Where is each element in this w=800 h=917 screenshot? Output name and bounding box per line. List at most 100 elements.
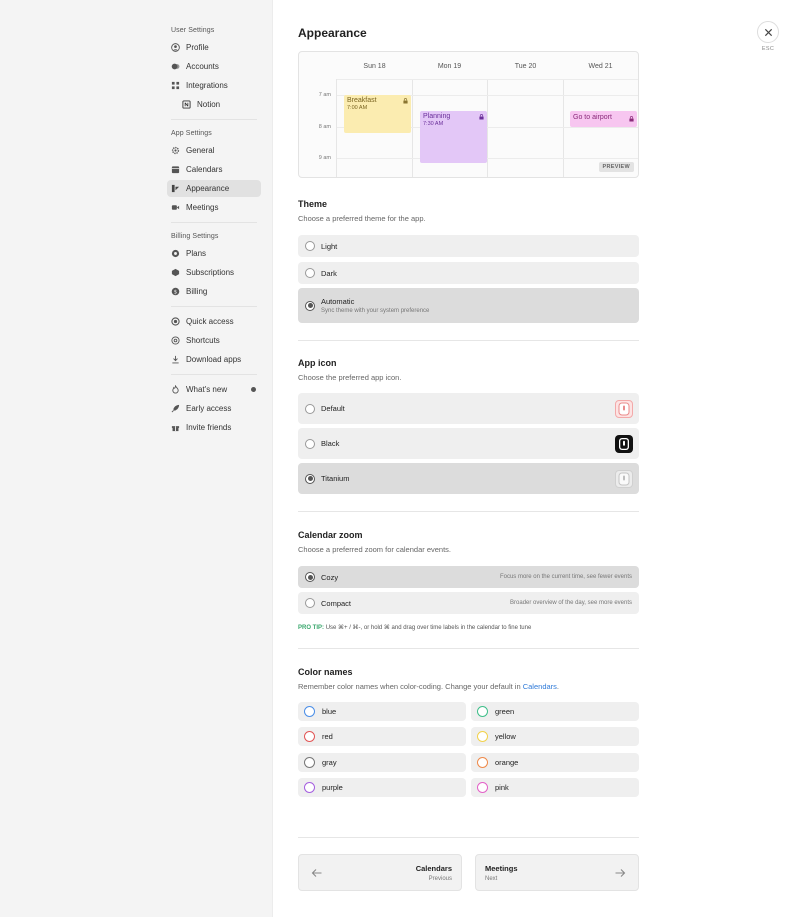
theme-option-dark[interactable]: Dark xyxy=(298,262,639,284)
option-label: Light xyxy=(321,241,338,251)
theme-option-light[interactable]: Light xyxy=(298,235,639,257)
event-title: Go to airport xyxy=(573,114,612,121)
sidebar-item-shortcuts[interactable]: Shortcuts xyxy=(167,332,261,349)
radio-button[interactable] xyxy=(305,572,315,582)
sidebar-item-plans[interactable]: Plans xyxy=(167,245,261,262)
color-name-orange[interactable]: orange xyxy=(471,752,639,772)
sidebar-item-integrations[interactable]: Integrations xyxy=(167,77,261,94)
gear-icon xyxy=(171,146,180,155)
sidebar-item-meetings[interactable]: Meetings xyxy=(167,199,261,216)
sidebar-item-accounts[interactable]: Accounts xyxy=(167,58,261,75)
divider xyxy=(171,374,257,375)
close-button[interactable] xyxy=(757,21,779,43)
plans-icon xyxy=(171,249,180,258)
sidebar-item-appearance[interactable]: Appearance xyxy=(167,180,261,197)
download-icon xyxy=(171,355,180,364)
sidebar-item-billing[interactable]: $ Billing xyxy=(167,283,261,300)
color-name-yellow[interactable]: yellow xyxy=(471,727,639,747)
sidebar-item-calendars[interactable]: Calendars xyxy=(167,161,261,178)
calendars-link[interactable]: Calendars xyxy=(523,682,557,691)
color-name-gray[interactable]: gray xyxy=(298,752,466,772)
sidebar-item-subscriptions[interactable]: Subscriptions xyxy=(167,264,261,281)
color-name-blue[interactable]: blue xyxy=(298,702,466,721)
color-label: orange xyxy=(495,757,519,767)
sidebar-item-label: Shortcuts xyxy=(186,336,220,345)
app-icon-subtitle: Choose the preferred app icon. xyxy=(298,373,402,382)
lock-icon xyxy=(403,98,408,104)
sidebar-item-label: Billing xyxy=(186,287,208,296)
grid-line xyxy=(563,79,564,177)
sidebar-item-label: Accounts xyxy=(186,62,219,71)
page-title: Appearance xyxy=(298,26,367,40)
app-icon-option-black[interactable]: Black xyxy=(298,428,639,459)
color-name-green[interactable]: green xyxy=(471,702,639,721)
sidebar-item-label: What's new xyxy=(186,385,228,394)
radio-button[interactable] xyxy=(305,268,315,278)
radio-button[interactable] xyxy=(305,300,315,311)
preview-day-header: Sun 18 xyxy=(363,63,386,70)
preview-time-label: 7 am xyxy=(318,92,331,98)
app-icon-default-icon xyxy=(615,399,633,418)
gift-icon xyxy=(171,423,180,432)
previous-page-button[interactable]: Calendars Previous xyxy=(298,854,462,891)
next-page-label: Meetings xyxy=(485,864,518,873)
preview-day-header: Tue 20 xyxy=(514,63,537,70)
event-title: Planning xyxy=(423,113,451,120)
pro-tip-label: PRO TIP: xyxy=(298,625,325,631)
sidebar-item-quick-access[interactable]: Quick access xyxy=(167,313,261,330)
app-icon-black-icon xyxy=(615,434,633,453)
sidebar-item-label: Early access xyxy=(186,404,232,413)
color-name-purple[interactable]: purple xyxy=(298,777,466,797)
subtitle-text: . xyxy=(556,682,559,691)
sidebar-item-label: Download apps xyxy=(186,355,242,364)
event-time: 7:00 AM xyxy=(347,105,368,111)
sidebar-item-label: Subscriptions xyxy=(186,268,235,277)
option-description: Sync theme with your system preference xyxy=(321,308,430,314)
color-label: pink xyxy=(495,782,509,792)
pro-tip: PRO TIP: Use ⌘+ / ⌘-, or hold ⌘ and drag… xyxy=(298,624,531,631)
app-icon-option-default[interactable]: Default xyxy=(298,393,639,424)
radio-button[interactable] xyxy=(305,241,315,251)
sidebar-item-general[interactable]: General xyxy=(167,142,261,159)
divider xyxy=(171,119,257,120)
lock-icon xyxy=(629,116,634,122)
color-name-red[interactable]: red xyxy=(298,727,466,747)
arrow-right-icon xyxy=(615,869,626,877)
radio-button[interactable] xyxy=(305,403,315,414)
zoom-option-cozy[interactable]: Cozy Focus more on the current time, see… xyxy=(298,566,639,588)
calendar-zoom-title: Calendar zoom xyxy=(298,530,363,540)
option-label: Titanium xyxy=(321,474,350,483)
sidebar-item-label: Integrations xyxy=(186,81,228,90)
divider xyxy=(298,511,639,512)
color-swatch xyxy=(477,706,488,717)
app-icon-option-titanium[interactable]: Titanium xyxy=(298,463,639,494)
user-icon xyxy=(171,43,180,52)
sidebar-item-profile[interactable]: Profile xyxy=(167,39,261,56)
appearance-icon xyxy=(171,184,180,193)
subtitle-text: Remember color names when color-coding. … xyxy=(298,682,521,691)
next-page-button[interactable]: Meetings Next xyxy=(475,854,639,891)
option-label: Compact xyxy=(321,598,352,608)
sidebar-item-whats-new[interactable]: What's new xyxy=(167,381,261,398)
color-name-pink[interactable]: pink xyxy=(471,777,639,797)
radio-button[interactable] xyxy=(305,598,315,608)
sidebar-item-download-apps[interactable]: Download apps xyxy=(167,351,261,368)
section-label-app-settings: App Settings xyxy=(171,130,212,137)
sidebar-item-label: Calendars xyxy=(186,165,223,174)
zoom-option-compact[interactable]: Compact Broader overview of the day, see… xyxy=(298,592,639,614)
sidebar-item-notion[interactable]: Notion xyxy=(178,96,261,113)
radio-button[interactable] xyxy=(305,438,315,449)
color-swatch xyxy=(477,781,488,793)
option-label: Cozy xyxy=(321,572,339,582)
calendar-zoom-subtitle: Choose a preferred zoom for calendar eve… xyxy=(298,545,451,554)
calendar-icon xyxy=(171,165,180,174)
sidebar-item-invite-friends[interactable]: Invite friends xyxy=(167,419,261,436)
sidebar-item-early-access[interactable]: Early access xyxy=(167,400,261,417)
preview-time-label: 9 am xyxy=(318,155,331,161)
radio-button[interactable] xyxy=(305,473,315,484)
theme-option-automatic[interactable]: Automatic Sync theme with your system pr… xyxy=(298,288,639,323)
previous-page-hint: Previous xyxy=(428,876,452,882)
color-names-subtitle: Remember color names when color-coding. … xyxy=(298,682,559,691)
color-swatch xyxy=(304,731,315,743)
sidebar-item-label: Plans xyxy=(186,249,207,258)
